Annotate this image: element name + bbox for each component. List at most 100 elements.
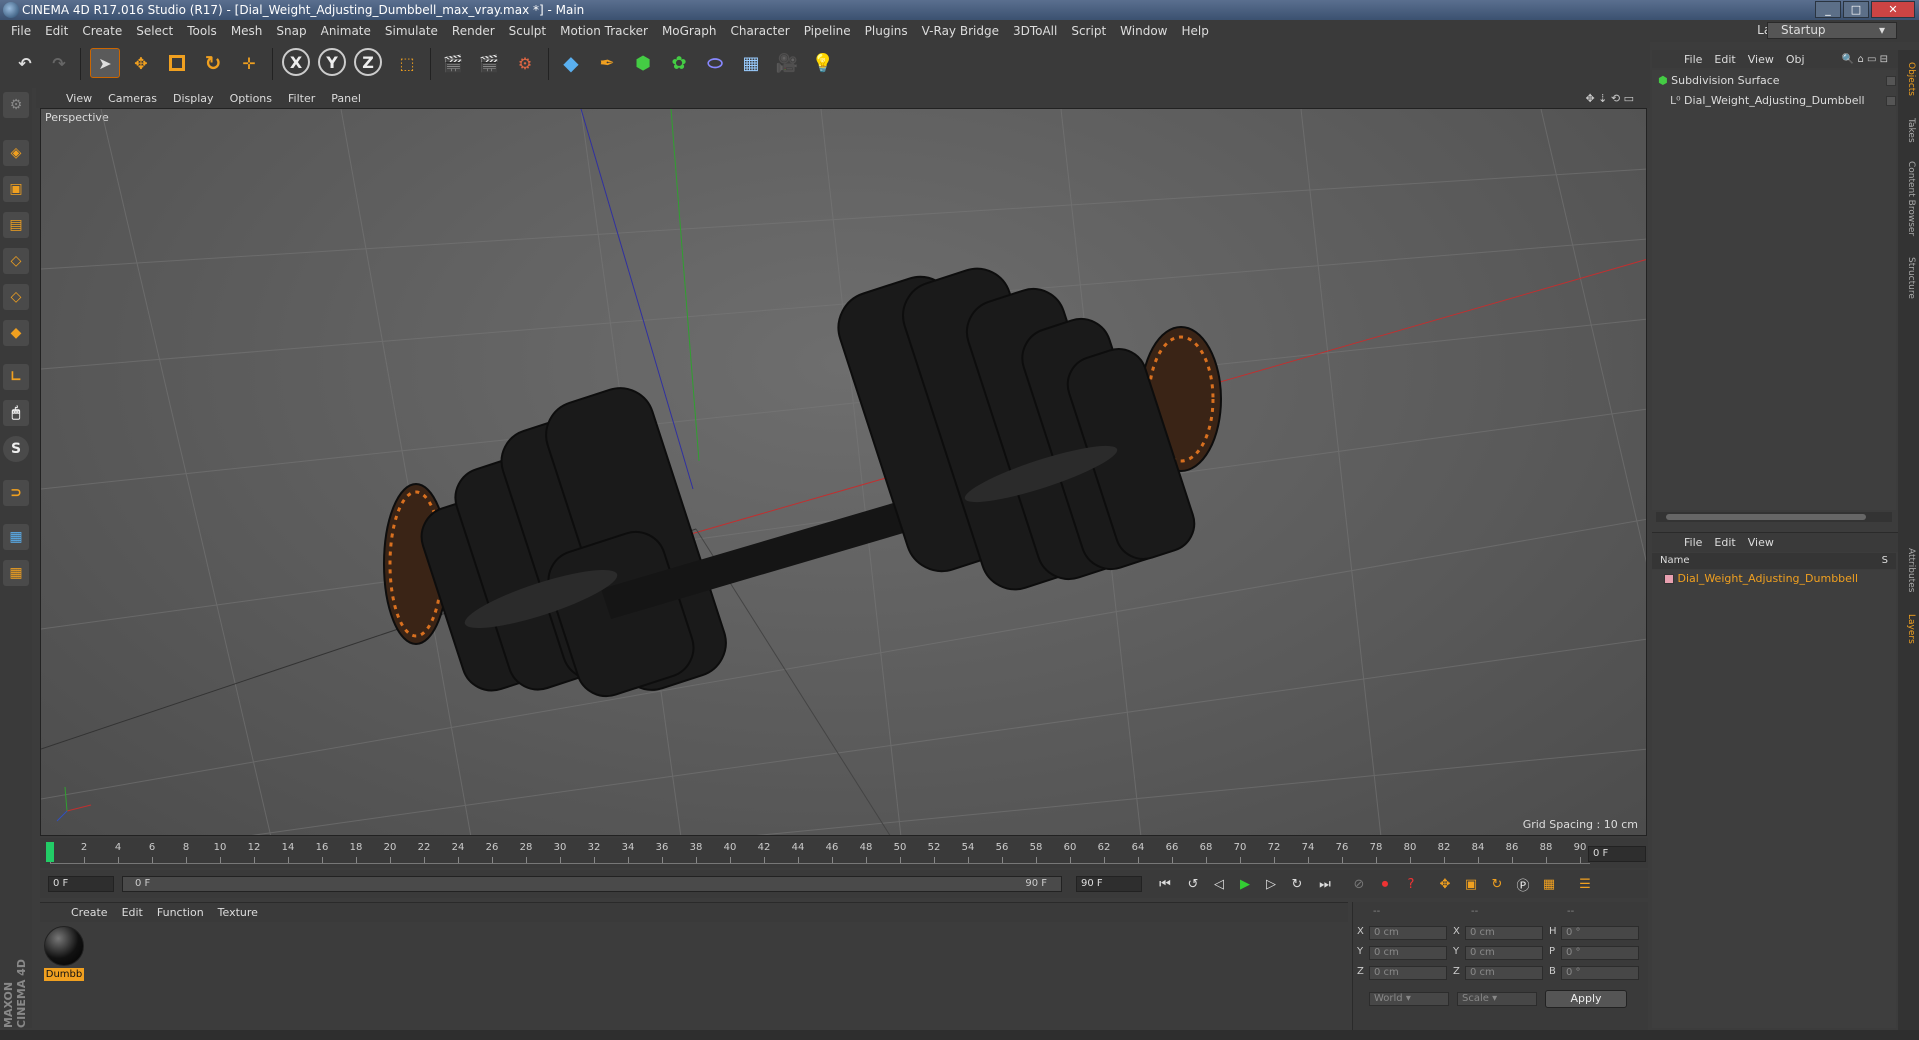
x-axis-lock-icon[interactable]: X [282,48,310,76]
keyframe-help-icon[interactable]: ? [1400,873,1422,895]
light-icon[interactable]: 💡 [808,48,838,78]
maximize-button[interactable]: □ [1843,1,1869,18]
start-frame-field[interactable]: 0 F [48,876,114,892]
snap-icon[interactable]: S [3,436,29,462]
tab-objects[interactable]: Objects [1900,54,1916,104]
size-z-field[interactable]: 0 cm [1465,966,1543,980]
edges-mode-icon[interactable]: ◇ [3,284,29,310]
camera-icon[interactable]: 🎥 [772,48,802,78]
texture-mode-icon[interactable]: ▣ [3,176,29,202]
vp-menu-view[interactable]: View [58,92,100,105]
position-y-field[interactable]: 0 cm [1369,946,1447,960]
axis-mode-icon[interactable]: ∟ [3,364,29,390]
menu-render[interactable]: Render [445,24,502,38]
viewport-3d[interactable]: Perspective Grid Spacing: 10 cm [40,108,1647,836]
minimize-button[interactable]: _ [1815,1,1841,18]
menu-vray-bridge[interactable]: V-Ray Bridge [915,24,1006,38]
key-scale-icon[interactable]: ▣ [1460,873,1482,895]
render-settings-icon[interactable]: ⚙ [510,48,540,78]
menu-window[interactable]: Window [1113,24,1174,38]
menu-snap[interactable]: Snap [269,24,313,38]
z-axis-lock-icon[interactable]: Z [354,48,382,76]
om-toolbar-icons[interactable]: 🔍 ⌂ ▭ ⊟ [1836,54,1894,65]
key-pla-icon[interactable]: ▦ [1538,873,1560,895]
position-z-field[interactable]: 0 cm [1369,966,1447,980]
om-menu-edit[interactable]: Edit [1708,53,1741,66]
tab-takes[interactable]: Takes [1900,110,1916,150]
menu-select[interactable]: Select [129,24,180,38]
viewport-nav-icons[interactable]: ✥ ⇣ ⟲ ▭ [1577,92,1642,105]
menu-file[interactable]: File [4,24,38,38]
playhead[interactable] [46,842,54,862]
transform-mode-select[interactable]: Scale ▾ [1457,992,1537,1006]
close-button[interactable]: ✕ [1871,1,1915,18]
lm-menu-file[interactable]: File [1678,536,1708,549]
autokey-icon[interactable]: ⏺ [1374,873,1396,895]
select-cursor-icon[interactable]: ➤ [90,48,120,78]
apply-button[interactable]: Apply [1545,990,1627,1008]
live-selection-icon[interactable]: ✛ [234,48,264,78]
polygons-mode-icon[interactable]: ◆ [3,320,29,346]
go-to-start-icon[interactable]: ⏮ [1154,873,1176,895]
visibility-toggle[interactable] [1886,96,1896,106]
coordinate-mode-select[interactable]: World ▾ [1369,992,1449,1006]
next-key-icon[interactable]: ↻ [1286,873,1308,895]
play-icon[interactable]: ▶ [1234,873,1256,895]
menu-animate[interactable]: Animate [314,24,378,38]
vp-menu-options[interactable]: Options [222,92,280,105]
timeline-window-icon[interactable]: ☰ [1574,873,1596,895]
timeline[interactable]: 0246810121416182022242628303234363840424… [40,838,1648,868]
menu-create[interactable]: Create [75,24,129,38]
lm-menu-view[interactable]: View [1742,536,1780,549]
menu-mesh[interactable]: Mesh [224,24,270,38]
timeline-ruler[interactable]: 0246810121416182022242628303234363840424… [46,842,1590,864]
menu-pipeline[interactable]: Pipeline [797,24,858,38]
menu-help[interactable]: Help [1174,24,1215,38]
tab-structure[interactable]: Structure [1900,248,1916,308]
mograph-cloner-icon[interactable]: ✿ [664,48,694,78]
go-to-end-icon[interactable]: ⏭ [1314,873,1336,895]
frame-range-slider[interactable]: 0 F 90 F [122,876,1062,892]
rotation-h-field[interactable]: 0 ° [1561,926,1639,940]
current-frame-field[interactable]: 0 F [1588,846,1646,862]
layer-row[interactable]: Dial_Weight_Adjusting_Dumbbell [1664,572,1858,585]
menu-motion-tracker[interactable]: Motion Tracker [553,24,655,38]
menu-plugins[interactable]: Plugins [858,24,915,38]
redo-icon[interactable]: ↷ [44,48,74,78]
mat-menu-texture[interactable]: Texture [211,906,265,919]
size-x-field[interactable]: 0 cm [1465,926,1543,940]
next-frame-icon[interactable]: ▷ [1260,873,1282,895]
model-mode-icon[interactable]: ◈ [3,140,29,166]
tree-item-subdivision-surface[interactable]: ⬢ Subdivision Surface [1658,74,1780,87]
workplane-lock-icon[interactable]: ▦ [3,524,29,550]
tab-content-browser[interactable]: Content Browser [1900,154,1916,244]
mat-menu-edit[interactable]: Edit [115,906,150,919]
menu-edit[interactable]: Edit [38,24,75,38]
make-editable-icon[interactable]: ⚙ [3,92,29,118]
undo-icon[interactable]: ↶ [10,48,40,78]
menu-tools[interactable]: Tools [180,24,224,38]
vp-menu-filter[interactable]: Filter [280,92,323,105]
om-menu-file[interactable]: File [1678,53,1708,66]
vp-menu-display[interactable]: Display [165,92,222,105]
scale-icon[interactable] [162,48,192,78]
coordinate-system-icon[interactable]: ⬚ [392,48,422,78]
size-y-field[interactable]: 0 cm [1465,946,1543,960]
rotation-b-field[interactable]: 0 ° [1561,966,1639,980]
material-thumbnail[interactable]: Dumbb [44,926,84,982]
tree-item-dumbbell[interactable]: L⁰ Dial_Weight_Adjusting_Dumbbell [1670,94,1865,107]
key-rotation-icon[interactable]: ↻ [1486,873,1508,895]
key-parameter-icon[interactable]: Ⓟ [1512,873,1534,895]
menu-mograph[interactable]: MoGraph [655,24,724,38]
layout-select[interactable]: Startup ▾ [1767,22,1897,39]
magnet-icon[interactable]: ⊃ [3,480,29,506]
tab-layers[interactable]: Layers [1900,604,1916,654]
menu-character[interactable]: Character [723,24,796,38]
rotate-icon[interactable]: ↻ [198,48,228,78]
end-frame-field[interactable]: 90 F [1076,876,1142,892]
mat-menu-create[interactable]: Create [64,906,115,919]
om-menu-view[interactable]: View [1742,53,1780,66]
vp-menu-panel[interactable]: Panel [323,92,369,105]
workplane-mode-icon[interactable]: ▤ [3,212,29,238]
points-mode-icon[interactable]: ◇ [3,248,29,274]
